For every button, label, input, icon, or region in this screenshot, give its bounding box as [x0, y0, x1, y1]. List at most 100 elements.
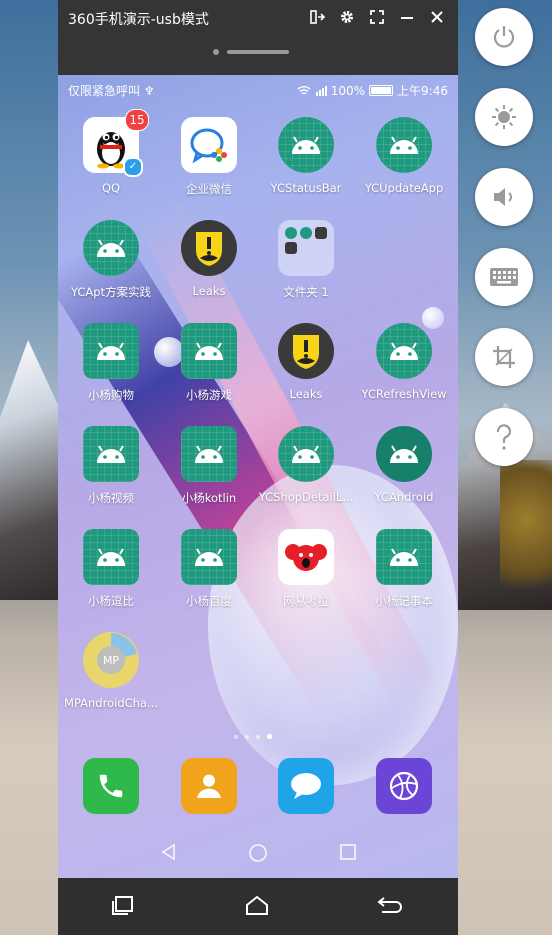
android-robot-icon [181, 426, 237, 482]
app-xiaoyang-kotlin[interactable]: 小杨kotlin [160, 426, 258, 506]
dock-phone-button[interactable] [83, 758, 139, 814]
settings-gear-icon[interactable] [334, 6, 360, 28]
folder-icon [278, 220, 334, 276]
status-bar-right: 100% 上午9:46 [297, 82, 448, 99]
android-robot-icon [181, 323, 237, 379]
app-xiaoyang-game[interactable]: 小杨游戏 [160, 323, 258, 403]
status-bar: 仅限紧急呼叫 ♆ 100% 上午9:46 [58, 75, 458, 101]
mpandroidchart-pie-icon: MP [83, 632, 139, 688]
close-icon[interactable] [424, 6, 450, 28]
leaks-bird-icon [278, 323, 334, 379]
app-label: Leaks [192, 284, 226, 298]
desktop-wallpaper-tree [500, 460, 552, 610]
emergency-call-text: 仅限紧急呼叫 [68, 84, 141, 98]
app-xiaoyang-baidu[interactable]: 小杨百度 [160, 529, 258, 609]
volume-button[interactable] [475, 168, 533, 226]
app-xiaoyang-notes[interactable]: 小杨记事本 [355, 529, 453, 609]
app-xiaoyang-video[interactable]: 小杨视频 [62, 426, 160, 506]
qq-penguin-icon: 15 ✓ [83, 109, 149, 177]
dock-contacts-button[interactable] [181, 758, 237, 814]
app-label: YCApt方案实践 [70, 285, 152, 299]
window-titlebar[interactable]: 360手机演示-usb模式 [58, 0, 458, 35]
phone-mirror-window: 360手机演示-usb模式 仅限紧急呼叫 ♆ 100% 上午9:46 15 ✓ … [58, 0, 458, 935]
dock-messages-button[interactable] [278, 758, 334, 814]
app-label: 文件夹 1 [283, 285, 329, 299]
verified-check-icon: ✓ [123, 157, 143, 177]
app-label: Leaks [289, 387, 323, 401]
home-circle-icon[interactable] [248, 843, 268, 863]
app-ycandroid[interactable]: YCAndroid [355, 426, 453, 504]
question-mark-icon [496, 424, 512, 450]
back-arrow-icon[interactable] [376, 894, 404, 916]
app-ycstatusbar[interactable]: YCStatusBar [257, 117, 355, 195]
rotate-screen-icon[interactable] [304, 6, 330, 28]
recents-square-icon[interactable] [339, 843, 357, 861]
app-label: 小杨kotlin [181, 491, 237, 505]
app-ycapt[interactable]: YCApt方案实践 [62, 220, 160, 300]
page-dot [245, 734, 249, 739]
window-title: 360手机演示-usb模式 [68, 12, 209, 28]
app-kaola[interactable]: 网易考拉 [257, 529, 355, 609]
app-leaks[interactable]: Leaks [160, 220, 258, 298]
android-robot-icon [376, 426, 432, 482]
app-label: 小杨视频 [88, 491, 134, 505]
handle-dot [213, 49, 219, 55]
app-label: 小杨游戏 [186, 388, 232, 402]
status-bar-left: 仅限紧急呼叫 ♆ [68, 82, 155, 99]
minimize-icon[interactable] [394, 6, 420, 28]
app-leaks-2[interactable]: Leaks [257, 323, 355, 401]
wework-chat-icon [181, 117, 237, 173]
brightness-sun-icon [492, 105, 516, 129]
back-triangle-icon[interactable] [160, 843, 178, 861]
screenshot-crop-button[interactable] [475, 328, 533, 386]
app-xiaoyang-shopping[interactable]: 小杨购物 [62, 323, 160, 403]
app-mpandroidchart[interactable]: MP MPAndroidCha... [62, 632, 160, 710]
brightness-button[interactable] [475, 88, 533, 146]
app-xiaoyang-doubi[interactable]: 小杨逗比 [62, 529, 160, 609]
android-robot-icon [83, 426, 139, 482]
android-robot-icon [83, 323, 139, 379]
recent-apps-icon[interactable] [110, 894, 136, 916]
app-label: MPAndroidCha... [64, 696, 158, 710]
app-label: 小杨百度 [186, 594, 232, 608]
handle-bar [227, 50, 289, 54]
android-robot-icon [376, 529, 432, 585]
app-folder-1[interactable]: 文件夹 1 [257, 220, 355, 300]
android-robot-icon [278, 117, 334, 173]
power-icon [493, 26, 515, 48]
app-ycshopdetail[interactable]: YCShopDetailL... [257, 426, 355, 504]
phone-icon [99, 774, 123, 798]
android-robot-icon [83, 529, 139, 585]
volume-icon [494, 188, 512, 206]
app-wework[interactable]: 企业微信 [160, 117, 258, 197]
app-label: 企业微信 [186, 182, 232, 196]
mp-icon-text: MP [103, 654, 119, 667]
dock-browser-button[interactable] [376, 758, 432, 814]
wifi-icon [297, 86, 311, 95]
drag-handle[interactable] [58, 35, 458, 75]
android-robot-icon [278, 426, 334, 482]
app-label: YCAndroid [374, 490, 434, 504]
app-label: YCUpdateApp [364, 181, 444, 195]
app-label: 小杨逗比 [88, 594, 134, 608]
fullscreen-icon[interactable] [364, 6, 390, 28]
android-robot-icon [83, 220, 139, 276]
app-label: QQ [101, 181, 121, 195]
power-button[interactable] [475, 8, 533, 66]
keyboard-button[interactable] [475, 248, 533, 306]
battery-icon [369, 85, 394, 96]
crop-icon [493, 346, 515, 368]
clock: 上午9:46 [397, 84, 448, 98]
signal-icon [315, 86, 327, 96]
battery-percent: 100% [330, 83, 366, 98]
page-indicator [234, 734, 272, 739]
app-ycrefreshview[interactable]: YCRefreshView [355, 323, 453, 401]
messages-icon [291, 773, 321, 799]
app-qq[interactable]: 15 ✓ QQ [62, 109, 160, 195]
app-label: YCStatusBar [270, 181, 342, 195]
help-button[interactable] [475, 408, 533, 466]
home-icon[interactable] [244, 894, 270, 916]
app-ycupdateapp[interactable]: YCUpdateApp [355, 117, 453, 195]
browser-icon [389, 771, 419, 801]
contacts-icon [197, 774, 221, 798]
